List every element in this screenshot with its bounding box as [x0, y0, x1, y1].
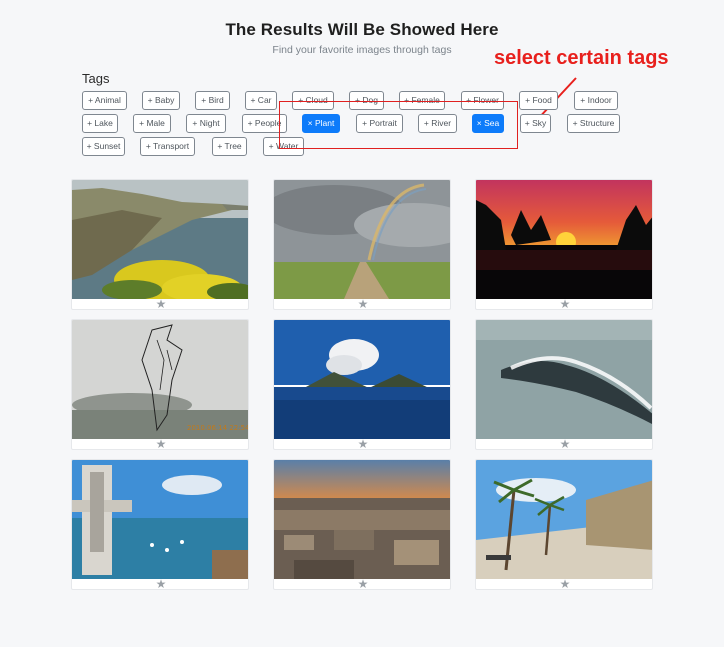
result-card[interactable]: ★: [273, 179, 451, 310]
star-icon[interactable]: ★: [274, 577, 450, 589]
tag-lake[interactable]: + Lake: [82, 114, 118, 133]
tag-transport[interactable]: + Transport: [140, 137, 195, 156]
tag-sky[interactable]: + Sky: [520, 114, 551, 133]
tag-people[interactable]: + People: [242, 114, 287, 133]
result-image[interactable]: 2010.06.14 22:54: [72, 320, 249, 439]
tag-indoor[interactable]: + Indoor: [574, 91, 618, 110]
star-icon[interactable]: ★: [476, 577, 652, 589]
tag-water[interactable]: + Water: [263, 137, 304, 156]
tag-tree[interactable]: + Tree: [212, 137, 247, 156]
page-title: The Results Will Be Showed Here: [225, 20, 499, 39]
tag-male[interactable]: + Male: [133, 114, 171, 133]
star-icon[interactable]: ★: [274, 437, 450, 449]
tag-female[interactable]: + Female: [399, 91, 445, 110]
photo-caption: 2010.06.14 22:54: [187, 424, 249, 432]
star-icon[interactable]: ★: [476, 297, 652, 309]
tag-flower[interactable]: + Flower: [461, 91, 504, 110]
result-card[interactable]: ★: [273, 459, 451, 590]
tag-portrait[interactable]: + Portrait: [356, 114, 403, 133]
tag-plant[interactable]: × Plant: [302, 114, 340, 133]
tag-cloud[interactable]: + Cloud: [292, 91, 334, 110]
tag-sea[interactable]: × Sea: [472, 114, 504, 133]
result-card[interactable]: ★: [475, 179, 653, 310]
star-icon[interactable]: ★: [274, 297, 450, 309]
result-image[interactable]: [274, 180, 451, 299]
star-icon[interactable]: ★: [476, 437, 652, 449]
result-image[interactable]: [274, 320, 451, 439]
result-image[interactable]: [72, 460, 249, 579]
result-card[interactable]: ★: [475, 459, 653, 590]
result-image[interactable]: [274, 460, 451, 579]
tags-heading: Tags: [82, 71, 110, 86]
star-icon[interactable]: ★: [72, 297, 248, 309]
tag-animal[interactable]: + Animal: [82, 91, 127, 110]
star-icon[interactable]: ★: [72, 577, 248, 589]
tag-structure[interactable]: + Structure: [567, 114, 620, 133]
result-card[interactable]: ★: [273, 319, 451, 450]
result-image[interactable]: [476, 460, 653, 579]
tag-car[interactable]: + Car: [245, 91, 277, 110]
tag-dog[interactable]: + Dog: [349, 91, 384, 110]
result-image[interactable]: [476, 320, 653, 439]
result-card[interactable]: 2010.06.14 22:54 ★: [71, 319, 249, 450]
annotation-label: select certain tags: [494, 47, 669, 69]
tag-river[interactable]: + River: [418, 114, 457, 133]
star-icon[interactable]: ★: [72, 437, 248, 449]
result-card[interactable]: ★: [71, 459, 249, 590]
tag-bird[interactable]: + Bird: [195, 91, 230, 110]
tag-food[interactable]: + Food: [519, 91, 558, 110]
result-card[interactable]: ★: [475, 319, 653, 450]
result-image[interactable]: [72, 180, 249, 299]
tag-night[interactable]: + Night: [186, 114, 226, 133]
result-image[interactable]: [476, 180, 653, 299]
result-card[interactable]: ★: [71, 179, 249, 310]
tag-sunset[interactable]: + Sunset: [82, 137, 125, 156]
tag-baby[interactable]: + Baby: [142, 91, 180, 110]
